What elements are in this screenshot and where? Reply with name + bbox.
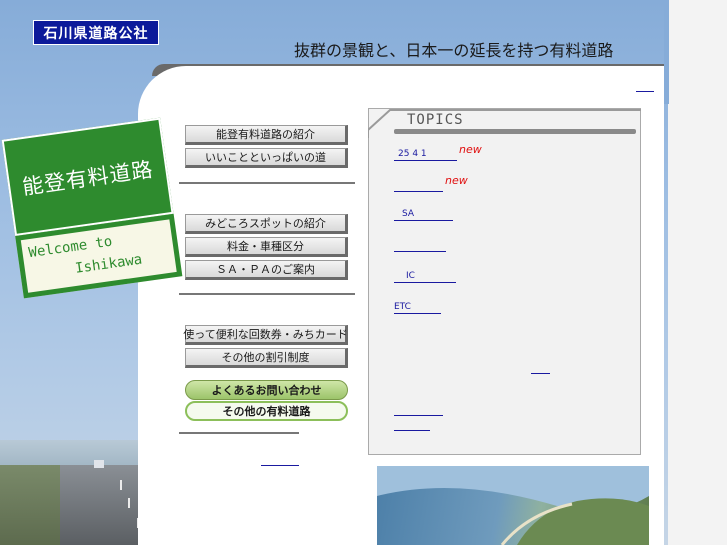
header-edge [664,0,669,104]
nav-coupons[interactable]: 使って便利な回数券・みちカード [183,325,348,345]
header-link[interactable] [636,81,654,92]
topic-item-text: 25 4 1 [398,149,427,159]
lane-mark [128,498,130,508]
nav-spots[interactable]: みどころスポットの紹介 [185,214,348,234]
topic-item-text: IC [406,271,415,281]
sign-title: 能登有料道路 [20,156,155,199]
coast-photo [377,466,649,545]
topics-underline [394,129,636,134]
sign-welcome-line2: Ishikawa [74,251,144,277]
car-icon [94,460,104,468]
topic-item[interactable] [394,240,446,252]
right-margin [668,0,727,545]
topic-item-text: SA [402,209,415,219]
topic-link[interactable] [394,405,443,416]
lane-mark [120,480,122,490]
site-logo[interactable]: 石川県道路公社 [33,20,159,45]
topic-item[interactable]: IC [394,271,456,283]
nav-faq[interactable]: よくあるお問い合わせ [185,380,348,400]
topic-more-link[interactable] [531,363,550,374]
footer-link[interactable] [261,455,299,466]
nav-divider [179,293,355,295]
new-badge: new [445,174,468,187]
new-badge: new [459,143,482,156]
nav-other-roads[interactable]: その他の有料道路 [185,401,348,421]
topic-link[interactable] [394,420,430,431]
topic-item[interactable] [394,180,443,192]
site-tagline: 抜群の景観と、日本一の延長を持つ有料道路 [294,41,614,60]
topic-item[interactable]: 25 4 1 [394,149,457,161]
road-shoulder [0,465,60,545]
topic-item[interactable]: ETC [394,302,441,314]
nav-sa-pa[interactable]: ＳＡ・ＰＡのご案内 [185,260,348,280]
coast-shape [377,466,649,545]
nav-road-intro[interactable]: 能登有料道路の紹介 [185,125,348,145]
topics-title: TOPICS [407,112,464,128]
nav-divider [179,182,355,184]
topic-item[interactable]: SA [394,209,453,221]
welcome-sign: 能登有料道路 Welcome to Ishikawa [1,117,183,299]
nav-good-road[interactable]: いいことといっぱいの道 [185,148,348,168]
topic-item-text: ETC [394,302,411,312]
logo-text: 石川県道路公社 [43,25,149,42]
nav-fares[interactable]: 料金・車種区分 [185,237,348,257]
page: 石川県道路公社 抜群の景観と、日本一の延長を持つ有料道路 能登有料道路 Welc… [0,0,727,545]
nav-discounts[interactable]: その他の割引制度 [185,348,348,368]
nav-divider [179,432,299,434]
